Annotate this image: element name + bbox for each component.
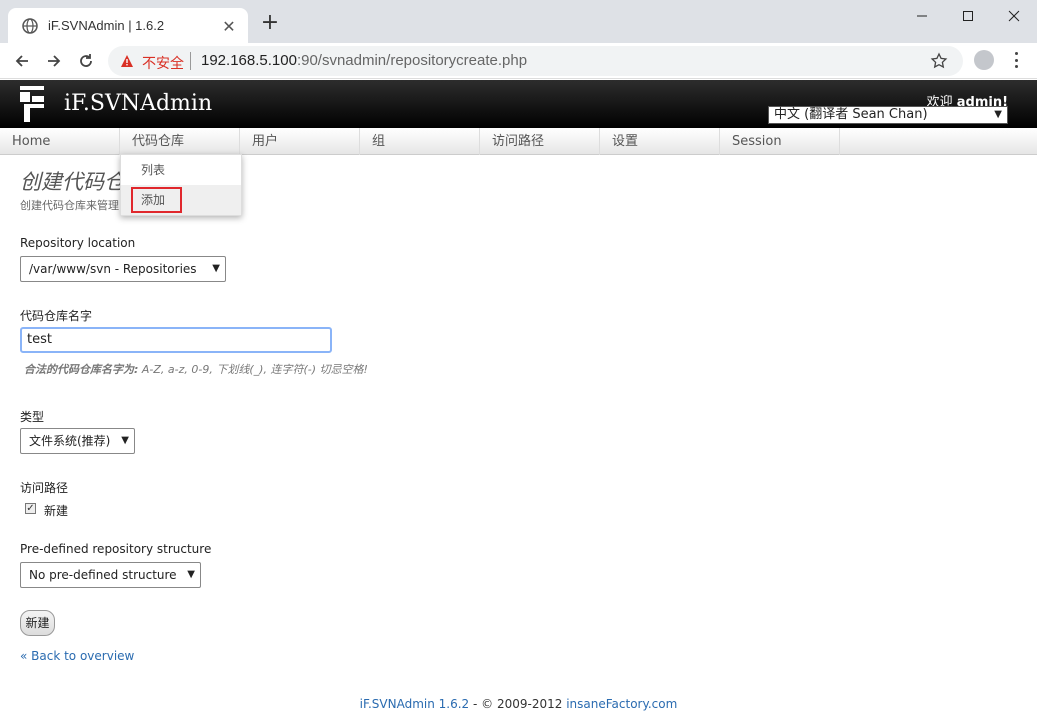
url-host: 192.168.5.100 xyxy=(201,52,297,69)
address-bar[interactable]: 不安全 192.168.5.100:90/svnadmin/repository… xyxy=(108,46,963,76)
nav-item-access-paths[interactable]: 访问路径 xyxy=(480,128,600,155)
browser-tabstrip: iF.SVNAdmin | 1.6.2 ✕ + xyxy=(0,0,1037,43)
main-navbar: Home 代码仓库 用户 组 访问路径 设置 Session xyxy=(0,128,1037,155)
chevron-down-icon: ▼ xyxy=(187,569,195,580)
structure-select[interactable]: No pre-defined structure ▼ xyxy=(20,562,201,588)
more-menu-icon[interactable] xyxy=(1010,52,1022,68)
repository-location-label: Repository location xyxy=(20,236,136,250)
globe-icon xyxy=(22,18,38,34)
nav-item-session[interactable]: Session xyxy=(720,128,840,155)
chevron-down-icon: ▼ xyxy=(994,109,1002,120)
nav-item-groups[interactable]: 组 xyxy=(360,128,480,155)
type-label: 类型 xyxy=(20,410,45,424)
footer-copyright: - © 2009-2012 xyxy=(469,697,567,711)
new-tab-icon[interactable]: + xyxy=(260,12,280,34)
footer-product-link[interactable]: iF.SVNAdmin 1.6.2 xyxy=(360,697,470,711)
minimize-icon[interactable] xyxy=(910,6,934,26)
maximize-icon[interactable] xyxy=(956,6,980,26)
access-path-label: 访问路径 xyxy=(20,481,69,495)
create-button[interactable]: 新建 xyxy=(20,610,55,636)
browser-toolbar: 不安全 192.168.5.100:90/svnadmin/repository… xyxy=(0,43,1037,79)
footer-company-link[interactable]: insaneFactory.com xyxy=(566,697,677,711)
chevron-down-icon: ▼ xyxy=(212,263,220,274)
highlight-box xyxy=(131,187,182,213)
url-text: 192.168.5.100:90/svnadmin/repositorycrea… xyxy=(201,52,527,69)
dropdown-item-list[interactable]: 列表 xyxy=(121,155,241,185)
access-path-checkbox[interactable]: ✓ xyxy=(25,503,36,514)
footer: iF.SVNAdmin 1.6.2 - © 2009-2012 insaneFa… xyxy=(0,697,1037,711)
structure-value: No pre-defined structure xyxy=(29,568,177,582)
window-close-icon[interactable] xyxy=(1002,6,1026,26)
star-icon[interactable] xyxy=(930,52,948,70)
repository-name-label: 代码仓库名字 xyxy=(20,309,93,323)
warning-icon xyxy=(121,55,133,67)
access-path-checkbox-label: 新建 xyxy=(44,504,69,518)
type-value: 文件系统(推荐) xyxy=(29,434,111,448)
forward-arrow-icon[interactable] xyxy=(43,51,65,71)
omnibox-divider xyxy=(190,52,191,70)
repository-name-hint: 合法的代码仓库名字为: A-Z, a-z, 0-9, 下划线(_), 连字符(-… xyxy=(24,361,368,377)
reload-icon[interactable] xyxy=(75,51,97,71)
browser-tab[interactable]: iF.SVNAdmin | 1.6.2 ✕ xyxy=(8,8,248,43)
language-select[interactable]: 中文 (翻译者 Sean Chan) ▼ xyxy=(768,106,1008,124)
hint-text: A-Z, a-z, 0-9, 下划线(_), 连字符(-) 切忌空格! xyxy=(138,363,368,376)
insecure-label: 不安全 xyxy=(142,55,184,71)
url-path: :90/svnadmin/repositorycreate.php xyxy=(296,52,528,69)
hint-bold: 合法的代码仓库名字为: xyxy=(24,363,139,376)
repositories-dropdown: 列表 添加 xyxy=(120,154,242,216)
logo-icon xyxy=(20,86,44,122)
nav-item-home[interactable]: Home xyxy=(0,128,120,155)
nav-item-settings[interactable]: 设置 xyxy=(600,128,720,155)
structure-label: Pre-defined repository structure xyxy=(20,542,212,556)
repository-location-select[interactable]: /var/www/svn - Repositories ▼ xyxy=(20,256,226,282)
app-title: iF.SVNAdmin xyxy=(64,91,213,116)
repository-location-value: /var/www/svn - Repositories xyxy=(29,262,197,276)
back-arrow-icon[interactable] xyxy=(11,51,33,71)
nav-item-users[interactable]: 用户 xyxy=(240,128,360,155)
tab-title: iF.SVNAdmin | 1.6.2 xyxy=(48,18,165,33)
type-select[interactable]: 文件系统(推荐) ▼ xyxy=(20,428,135,454)
chevron-down-icon: ▼ xyxy=(121,435,129,446)
language-value: 中文 (翻译者 Sean Chan) xyxy=(774,107,928,122)
page-description: 创建代码仓库来管理 xyxy=(20,199,119,212)
close-icon[interactable]: ✕ xyxy=(220,17,238,36)
repository-name-input[interactable]: test xyxy=(20,327,332,353)
nav-item-repositories[interactable]: 代码仓库 xyxy=(120,128,240,155)
profile-avatar-icon[interactable] xyxy=(974,50,994,70)
page-title: 创建代码仓库 xyxy=(20,170,120,194)
back-to-overview-link[interactable]: « Back to overview xyxy=(20,649,134,663)
